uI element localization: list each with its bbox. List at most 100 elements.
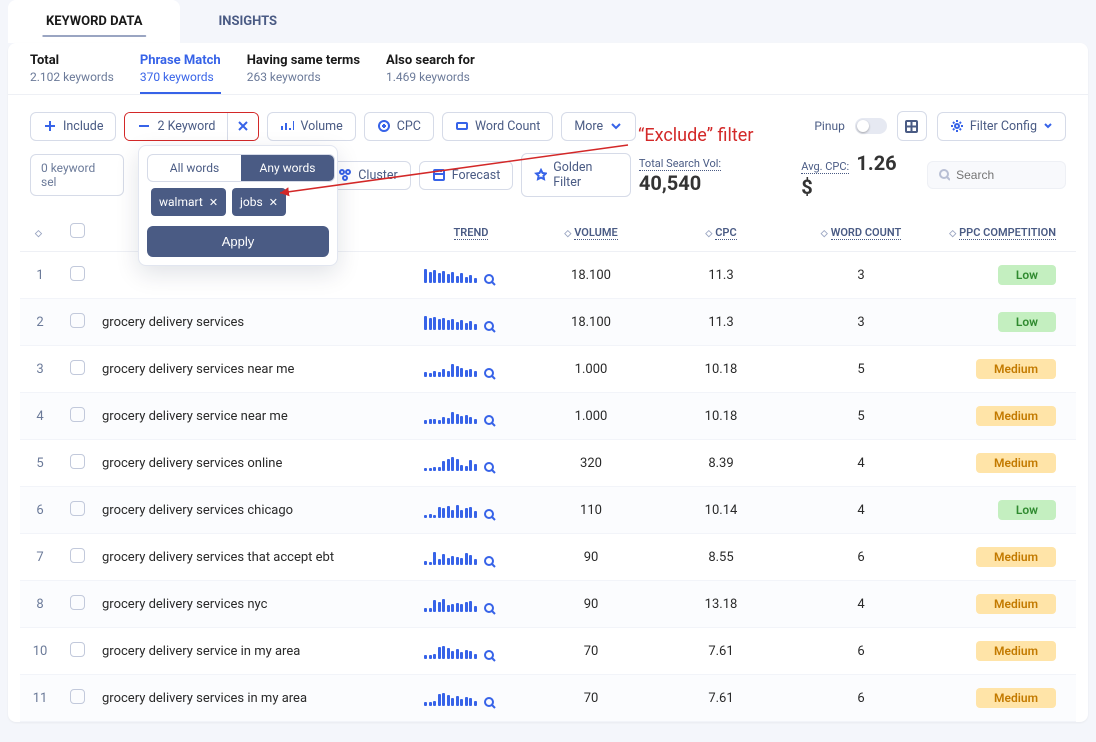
row-keyword: grocery delivery service in my area [94,628,416,675]
row-checkbox[interactable] [70,360,85,375]
row-index: 8 [20,581,60,628]
magnify-icon[interactable] [483,461,497,475]
row-checkbox[interactable] [70,595,85,610]
chevron-down-icon [609,119,623,133]
row-volume: 90 [526,534,656,581]
keyword-panel: “Exclude” filter Total 2.102 keywords Ph… [8,43,1088,722]
row-checkbox[interactable] [70,454,85,469]
search-box[interactable] [927,161,1066,189]
row-keyword: grocery delivery service near me [94,393,416,440]
select-all-checkbox[interactable] [70,223,85,238]
more-filters[interactable]: More [561,112,636,141]
golden-filter-button[interactable]: Golden Filter [521,153,631,197]
magnify-icon[interactable] [483,696,497,710]
magnify-icon[interactable] [483,602,497,616]
row-cpc: 7.61 [656,628,786,675]
ppc-badge: Low [998,265,1056,285]
trend-sparkline [424,310,477,330]
row-checkbox[interactable] [70,689,85,704]
row-checkbox[interactable] [70,501,85,516]
layout-button[interactable] [897,111,927,141]
row-cpc: 10.14 [656,487,786,534]
chip-remove-icon[interactable]: ✕ [209,196,218,209]
trend-sparkline [424,592,477,612]
row-checkbox[interactable] [70,642,85,657]
exclude-clear-button[interactable] [227,113,258,140]
seg-any-words[interactable]: Any words [241,155,334,181]
table-row: 10grocery delivery service in my area707… [20,628,1076,675]
exclude-filter-group: 2 Keyword [124,112,259,141]
search-input[interactable] [956,168,1055,182]
exclude-chip[interactable]: walmart ✕ [151,188,226,216]
wordcount-icon [455,119,469,133]
row-index: 5 [20,440,60,487]
wordcount-filter[interactable]: Word Count [442,112,553,141]
row-cpc: 10.18 [656,346,786,393]
row-index: 1 [20,252,60,299]
stat-total[interactable]: Total 2.102 keywords [30,53,114,84]
ppc-badge: Low [998,312,1056,332]
row-wordcount: 4 [786,440,936,487]
trend-sparkline [424,686,477,706]
table-row: 3grocery delivery services near me1.0001… [20,346,1076,393]
col-trend[interactable]: TREND [454,226,489,240]
magnify-icon[interactable] [483,273,497,287]
magnify-icon[interactable] [483,414,497,428]
filter-config-button[interactable]: Filter Config [937,112,1066,141]
pinup-label: Pinup [814,119,844,133]
chip-remove-icon[interactable]: ✕ [269,196,278,209]
magnify-icon[interactable] [483,649,497,663]
col-cpc[interactable]: CPC [715,226,736,240]
row-wordcount: 4 [786,581,936,628]
col-ppc[interactable]: PPC COMPETITION [959,226,1056,240]
exclude-button[interactable]: 2 Keyword [125,113,227,140]
close-icon [236,119,250,133]
table-row: 11grocery delivery services in my area70… [20,675,1076,722]
row-wordcount: 5 [786,346,936,393]
row-wordcount: 3 [786,252,936,299]
magnify-icon[interactable] [483,320,497,334]
forecast-button[interactable]: Forecast [419,161,514,190]
row-index: 7 [20,534,60,581]
cpc-filter[interactable]: CPC [364,112,434,141]
table-row: 2grocery delivery services18.10011.33Low [20,299,1076,346]
row-wordcount: 4 [786,487,936,534]
sort-idx[interactable]: ◇ [35,229,42,239]
pinup-toggle[interactable] [855,118,887,134]
tab-keyword-data[interactable]: KEYWORD DATA [8,0,180,43]
row-keyword: grocery delivery services online [94,440,416,487]
row-checkbox[interactable] [70,313,85,328]
row-keyword: grocery delivery services nyc [94,581,416,628]
magnify-icon[interactable] [483,555,497,569]
row-checkbox[interactable] [70,407,85,422]
magnify-icon[interactable] [483,508,497,522]
row-cpc: 10.18 [656,393,786,440]
row-wordcount: 6 [786,628,936,675]
stat-same-terms[interactable]: Having same terms 263 keywords [247,53,360,84]
ppc-badge: Medium [976,547,1056,567]
stat-also-search[interactable]: Also search for 1.469 keywords [386,53,475,84]
row-cpc: 11.3 [656,299,786,346]
row-checkbox[interactable] [70,548,85,563]
ppc-badge: Medium [976,688,1056,708]
row-keyword: grocery delivery services in my area [94,675,416,722]
cluster-button[interactable]: Cluster [325,161,410,190]
col-volume[interactable]: VOLUME [574,226,617,240]
caret-down-icon [1043,121,1053,131]
gear-icon [950,119,964,133]
stat-phrase-match[interactable]: Phrase Match 370 keywords [140,53,221,94]
seg-all-words[interactable]: All words [148,155,241,181]
include-button[interactable]: Include [30,112,116,141]
row-checkbox[interactable] [70,266,85,281]
tab-insights[interactable]: INSIGHTS [180,0,315,43]
row-volume: 70 [526,675,656,722]
exclude-chip[interactable]: jobs ✕ [232,188,286,216]
magnify-icon[interactable] [483,367,497,381]
trend-sparkline [424,404,477,424]
search-icon [938,168,950,182]
table-row: 8grocery delivery services nyc9013.184Me… [20,581,1076,628]
cluster-icon [338,168,352,182]
volume-filter[interactable]: Volume [267,112,355,141]
col-wordcount[interactable]: WORD COUNT [831,226,902,240]
apply-button[interactable]: Apply [147,226,329,257]
